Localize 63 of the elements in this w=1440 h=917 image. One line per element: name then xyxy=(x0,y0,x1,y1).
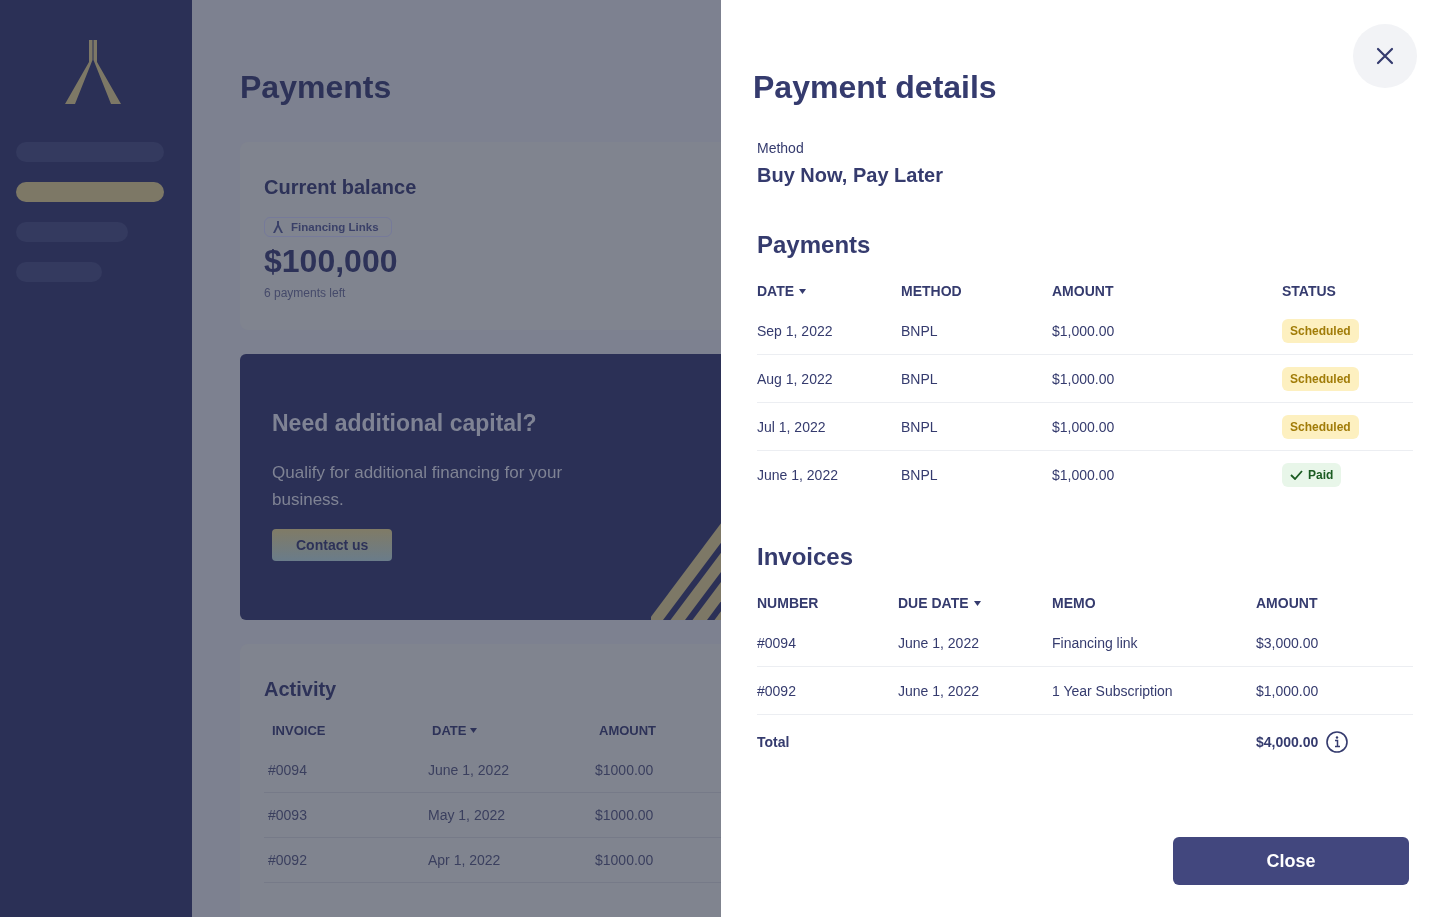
sort-caret-icon xyxy=(470,728,478,733)
status-badge: Scheduled xyxy=(1282,319,1359,343)
status-badge: Scheduled xyxy=(1282,367,1359,391)
nav-item[interactable] xyxy=(16,182,164,202)
table-cell: May 1, 2022 xyxy=(424,793,591,838)
method-label: Method xyxy=(757,140,805,156)
column-header[interactable]: AMOUNT xyxy=(1052,259,1282,307)
sort-caret-icon xyxy=(799,288,807,294)
table-cell: June 1, 2022 xyxy=(757,467,838,483)
table-cell: $1,000.00 xyxy=(1052,467,1115,483)
table-cell: #0092 xyxy=(264,838,424,883)
column-header[interactable]: AMOUNT xyxy=(1256,571,1413,619)
table-cell: #0094 xyxy=(264,748,424,793)
table-cell: $1,000.00 xyxy=(1052,371,1115,387)
table-cell: $3,000.00 xyxy=(1256,635,1319,651)
logo-icon xyxy=(273,221,283,233)
table-cell: Jul 1, 2022 xyxy=(757,419,826,435)
column-header[interactable]: DATE xyxy=(757,259,901,307)
tag-label: Financing Links xyxy=(291,221,379,233)
table-cell: #0092 xyxy=(757,683,796,699)
table-cell: June 1, 2022 xyxy=(898,635,979,651)
table-cell: $1,000.00 xyxy=(1052,323,1115,339)
promo-title: Need additional capital? xyxy=(272,410,538,437)
card-title: Activity xyxy=(264,678,338,701)
section-title: Invoices xyxy=(757,543,855,571)
table-cell: BNPL xyxy=(901,371,938,387)
table-cell: #0094 xyxy=(757,635,796,651)
column-header[interactable]: DUE DATE xyxy=(898,571,1052,619)
table-cell: Apr 1, 2022 xyxy=(424,838,591,883)
status-badge: Scheduled xyxy=(1282,415,1359,439)
table-cell: #0093 xyxy=(264,793,424,838)
column-header[interactable]: METHOD xyxy=(901,259,1052,307)
table-cell: BNPL xyxy=(901,419,938,435)
status-badge: Paid xyxy=(1282,463,1342,487)
table-cell: $1,000.00 xyxy=(1256,683,1319,699)
table-cell: BNPL xyxy=(901,323,938,339)
promo-text: Qualify for additional financing for your business. xyxy=(272,462,564,511)
table-cell: BNPL xyxy=(901,467,938,483)
table-cell: Aug 1, 2022 xyxy=(757,371,833,387)
sort-caret-icon xyxy=(973,600,981,606)
table-cell: June 1, 2022 xyxy=(898,683,979,699)
close-button[interactable]: Close xyxy=(1173,837,1409,885)
column-header[interactable]: STATUS xyxy=(1282,259,1413,307)
check-icon xyxy=(1290,470,1303,480)
payments-left: 6 payments left xyxy=(264,286,347,300)
table-cell: 1 Year Subscription xyxy=(1052,683,1173,699)
column-header[interactable]: MEMO xyxy=(1052,571,1256,619)
logo-icon xyxy=(65,40,121,104)
section-title: Payments xyxy=(757,231,872,259)
table-cell: June 1, 2022 xyxy=(424,748,591,793)
close-icon xyxy=(1376,47,1394,65)
table-cell: Financing link xyxy=(1052,635,1138,651)
info-icon[interactable] xyxy=(1326,731,1349,753)
method-value: Buy Now, Pay Later xyxy=(757,164,944,187)
column-header[interactable]: NUMBER xyxy=(757,571,898,619)
table-cell: Sep 1, 2022 xyxy=(757,323,833,339)
page-title: Payments xyxy=(240,68,393,106)
drawer-title: Payment details xyxy=(753,68,998,106)
card-title: Current balance xyxy=(264,176,418,199)
total-label: Total xyxy=(757,734,790,750)
balance-amount: $100,000 xyxy=(264,243,399,280)
total-amount: $4,000.00 xyxy=(1256,734,1319,750)
table-cell: $1,000.00 xyxy=(1052,419,1115,435)
